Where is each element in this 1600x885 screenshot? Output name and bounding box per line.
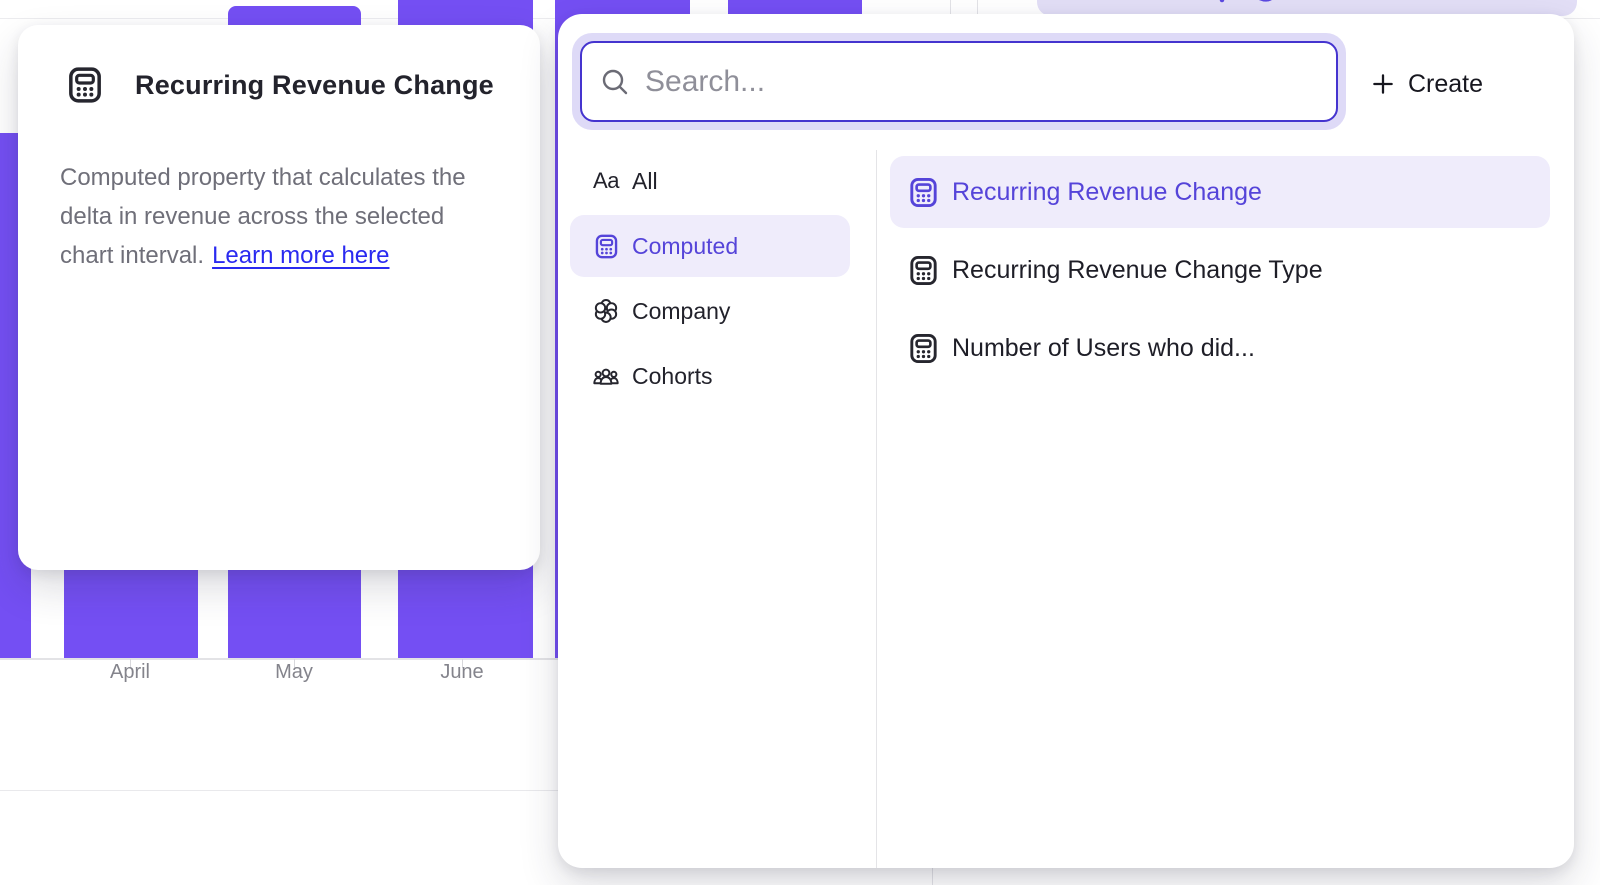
search-field[interactable] bbox=[580, 41, 1338, 122]
calculator-icon bbox=[906, 332, 940, 365]
filter-all-label: All bbox=[632, 168, 658, 195]
search-focus-ring bbox=[572, 33, 1346, 130]
filter-computed[interactable]: Computed bbox=[570, 215, 850, 277]
calculator-icon bbox=[906, 176, 940, 209]
calculator-icon bbox=[906, 254, 940, 287]
learn-more-link[interactable]: Learn more here bbox=[212, 242, 389, 269]
tooltip-description: Computed property that calculates the de… bbox=[60, 158, 500, 275]
property-tooltip: Recurring Revenue Change Computed proper… bbox=[18, 25, 540, 570]
filter-cohorts[interactable]: Cohorts bbox=[570, 345, 850, 407]
tooltip-title: Recurring Revenue Change bbox=[135, 70, 494, 101]
chip-text-fragment bbox=[1182, 0, 1302, 5]
result-label: Recurring Revenue Change bbox=[952, 178, 1262, 207]
cohorts-icon bbox=[592, 362, 620, 390]
x-label-june: June bbox=[392, 661, 532, 684]
filter-company-label: Company bbox=[632, 298, 730, 325]
plus-icon bbox=[1370, 71, 1396, 97]
filter-list: Aa All Computed bbox=[570, 150, 850, 410]
x-axis bbox=[0, 658, 558, 660]
result-number-of-users-who-did[interactable]: Number of Users who did... bbox=[890, 312, 1550, 384]
calculator-icon bbox=[65, 65, 105, 105]
create-button-label: Create bbox=[1408, 70, 1483, 99]
search-input[interactable] bbox=[645, 65, 1318, 99]
result-label: Number of Users who did... bbox=[952, 334, 1255, 363]
property-picker-panel: Create Aa All Computed bbox=[558, 14, 1574, 868]
result-recurring-revenue-change[interactable]: Recurring Revenue Change bbox=[890, 156, 1550, 228]
filter-computed-label: Computed bbox=[632, 233, 738, 260]
create-button[interactable]: Create bbox=[1370, 62, 1520, 106]
panel-divider bbox=[876, 150, 877, 868]
calculator-icon bbox=[592, 233, 620, 260]
result-recurring-revenue-change-type[interactable]: Recurring Revenue Change Type bbox=[890, 234, 1550, 306]
tooltip-header: Recurring Revenue Change bbox=[65, 65, 494, 105]
section-divider bbox=[0, 790, 558, 791]
filter-cohorts-label: Cohorts bbox=[632, 363, 713, 390]
result-label: Recurring Revenue Change Type bbox=[952, 256, 1323, 285]
footer-divider bbox=[932, 866, 933, 885]
x-label-may: May bbox=[224, 661, 364, 684]
filter-all[interactable]: Aa All bbox=[570, 150, 850, 212]
company-icon bbox=[592, 297, 620, 325]
screen: April May June Recurring Revenue Change … bbox=[0, 0, 1600, 885]
results-list: Recurring Revenue Change Recurring Reven… bbox=[890, 156, 1550, 390]
search-icon bbox=[600, 67, 630, 97]
text-format-icon: Aa bbox=[592, 168, 620, 194]
x-label-april: April bbox=[60, 661, 200, 684]
filter-company[interactable]: Company bbox=[570, 280, 850, 342]
